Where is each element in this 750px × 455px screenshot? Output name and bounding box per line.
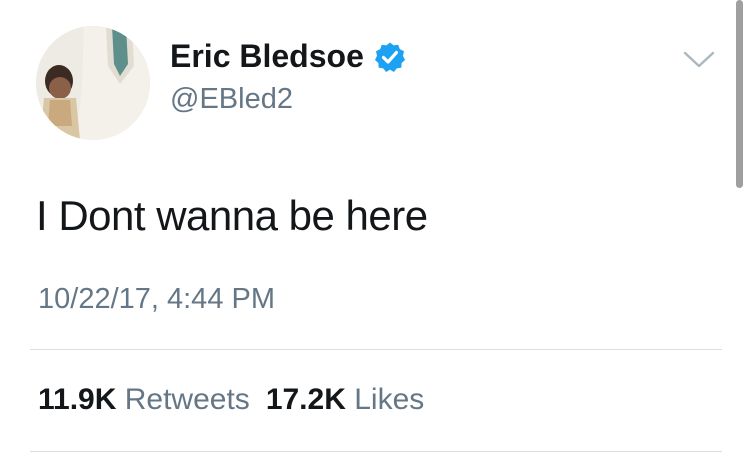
- author-display-name[interactable]: Eric Bledsoe: [170, 38, 364, 75]
- retweets-count: 11.9K: [38, 383, 117, 416]
- tweet-card: Eric Bledsoe @EBled2 I Dont wanna be her…: [0, 0, 750, 455]
- author-handle[interactable]: @EBled2: [170, 83, 293, 116]
- likes-stat[interactable]: 17.2K Likes: [266, 383, 424, 416]
- likes-label: Likes: [354, 383, 425, 416]
- avatar-image: [36, 26, 150, 140]
- divider: [30, 349, 722, 350]
- scrollbar[interactable]: [736, 0, 743, 188]
- likes-count: 17.2K: [265, 383, 346, 416]
- chevron-down-icon[interactable]: [682, 48, 716, 72]
- verified-badge-icon: [375, 42, 405, 72]
- retweets-stat[interactable]: 11.9K Retweets: [38, 383, 250, 416]
- divider: [30, 451, 722, 452]
- tweet-stats: 11.9K Retweets 17.2K Likes: [38, 383, 424, 417]
- tweet-timestamp[interactable]: 10/22/17, 4:44 PM: [38, 283, 275, 316]
- retweets-label: Retweets: [124, 383, 250, 416]
- avatar[interactable]: [36, 26, 150, 140]
- tweet-text: I Dont wanna be here: [36, 192, 428, 239]
